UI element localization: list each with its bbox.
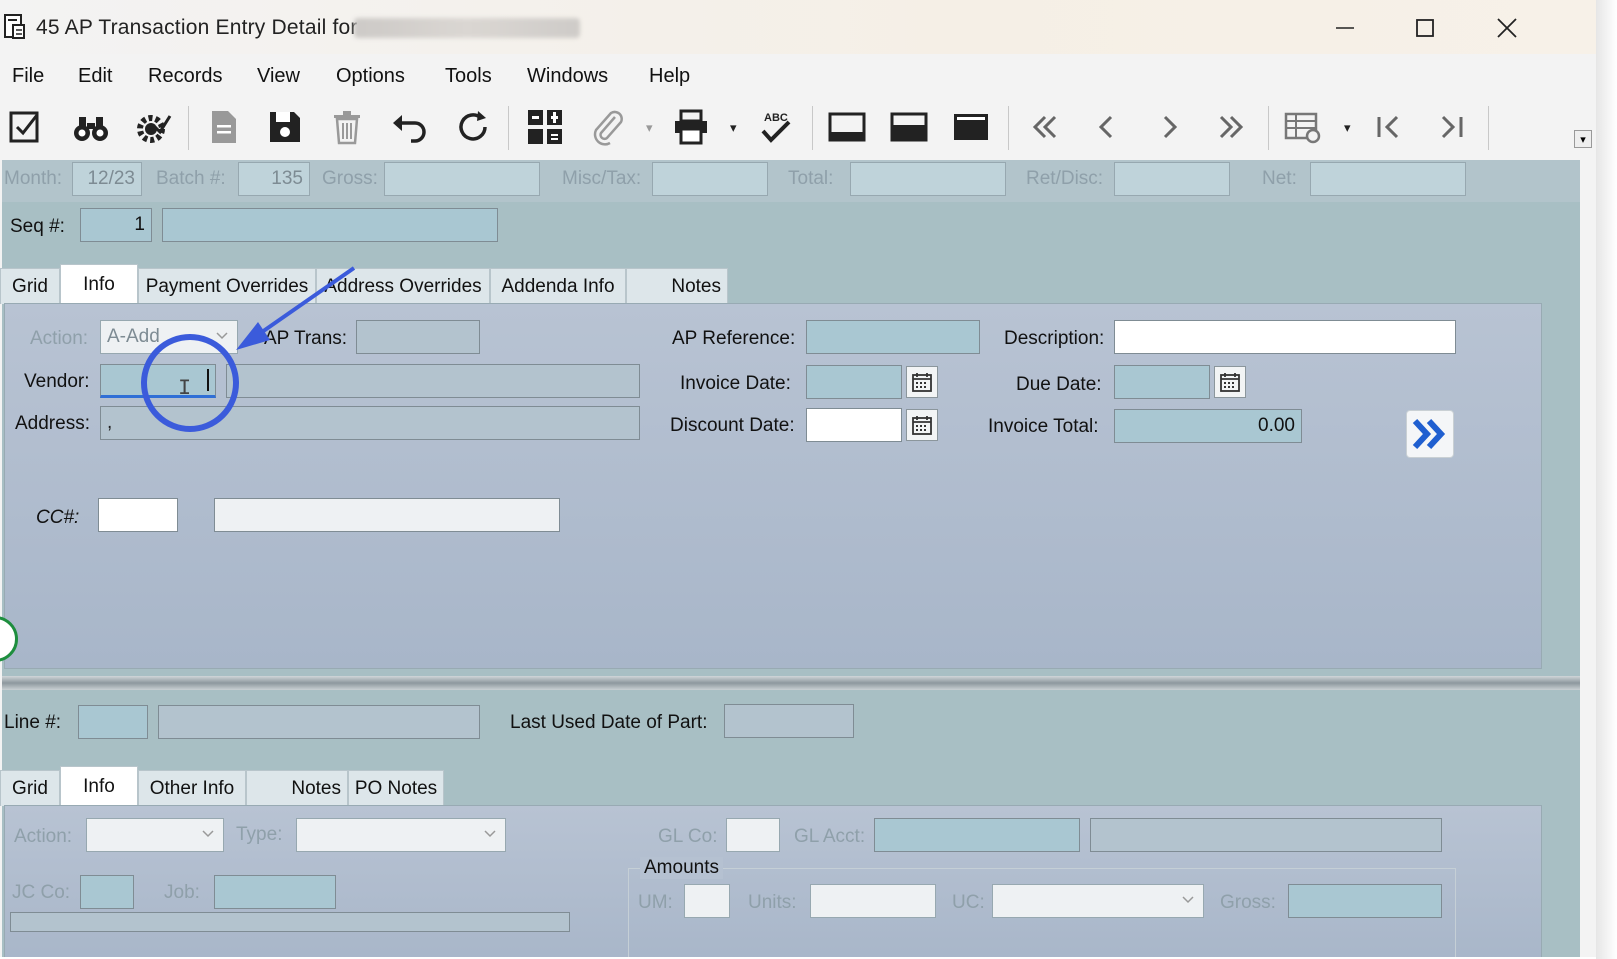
text-cursor-i-beam-icon: I: [178, 376, 191, 401]
window-shadow: [1596, 0, 1617, 959]
annotation-arrowhead: [236, 322, 270, 350]
annotation-arrow: [260, 266, 356, 334]
annotation-overlay: I: [141, 266, 356, 432]
application-window: 45 AP Transaction Entry Detail for File …: [0, 0, 1596, 957]
